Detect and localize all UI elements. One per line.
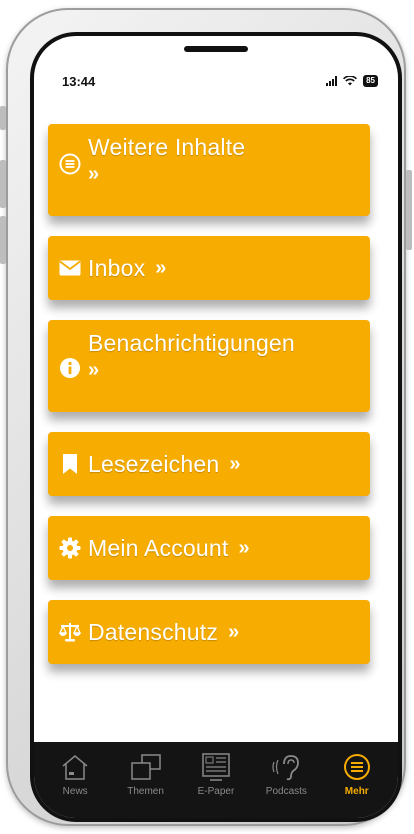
power-button [406, 170, 412, 250]
menu-item-datenschutz[interactable]: Datenschutz » [48, 600, 370, 664]
menu-circle-icon [343, 750, 371, 784]
menu-item-label: Inbox [88, 254, 146, 281]
menu-item-weitere-inhalte[interactable]: Weitere Inhalte » [48, 124, 370, 216]
tab-news[interactable]: News [45, 750, 105, 818]
tab-bar: News Themen E-Paper Podcasts Mehr [34, 742, 398, 818]
tab-label: E-Paper [197, 786, 235, 797]
tab-e-paper[interactable]: E-Paper [186, 750, 246, 818]
menu-item-label: Weitere Inhalte [88, 134, 246, 160]
volume-up-button [0, 160, 6, 208]
menu-item-label: Benachrichtigungen [88, 330, 295, 356]
tab-label: Podcasts [265, 786, 307, 797]
chevron-double-right-icon: » [88, 359, 100, 381]
home-icon [60, 750, 90, 784]
envelope-icon [58, 256, 82, 280]
status-icons: 85 [326, 75, 378, 87]
volume-down-button [0, 216, 6, 264]
screen: 13:44 85 Weitere Inhalte » Inbox » Benac… [34, 36, 398, 818]
gear-icon [58, 536, 82, 560]
menu-item-inbox[interactable]: Inbox » [48, 236, 370, 300]
menu-item-mein-account[interactable]: Mein Account » [48, 516, 370, 580]
status-bar: 13:44 85 [34, 66, 398, 96]
newspaper-icon [200, 750, 232, 784]
menu-item-label: Mein Account [88, 534, 229, 561]
menu-item-label: Lesezeichen [88, 450, 220, 477]
tab-label: News [62, 786, 88, 797]
ear-icon [270, 750, 302, 784]
phone-bezel: 13:44 85 Weitere Inhalte » Inbox » Benac… [30, 32, 402, 822]
info-circle-icon [58, 356, 82, 380]
list-circle-icon [58, 152, 82, 176]
scales-icon [58, 620, 82, 644]
phone-frame: 13:44 85 Weitere Inhalte » Inbox » Benac… [0, 8, 412, 826]
menu-item-lesezeichen[interactable]: Lesezeichen » [48, 432, 370, 496]
status-time: 13:44 [62, 73, 96, 89]
tab-mehr[interactable]: Mehr [327, 750, 387, 818]
wifi-icon [343, 76, 358, 86]
tab-themen[interactable]: Themen [116, 750, 176, 818]
chevron-double-right-icon: » [155, 256, 167, 279]
tab-label: Themen [127, 786, 164, 797]
chevron-double-right-icon: » [229, 452, 241, 475]
chevron-double-right-icon: » [88, 163, 100, 185]
mute-switch [0, 106, 6, 130]
battery-icon: 85 [363, 75, 378, 87]
menu-item-label: Datenschutz [88, 618, 219, 645]
tab-label: Mehr [344, 786, 369, 797]
chevron-double-right-icon: » [238, 536, 250, 559]
chevron-double-right-icon: » [228, 620, 240, 643]
signal-icon [326, 76, 338, 86]
tab-podcasts[interactable]: Podcasts [256, 750, 316, 818]
menu-item-benachrichtigungen[interactable]: Benachrichtigungen » [48, 320, 370, 412]
stacked-windows-icon [130, 750, 162, 784]
bookmark-icon [58, 452, 82, 476]
speaker-notch [184, 46, 248, 52]
